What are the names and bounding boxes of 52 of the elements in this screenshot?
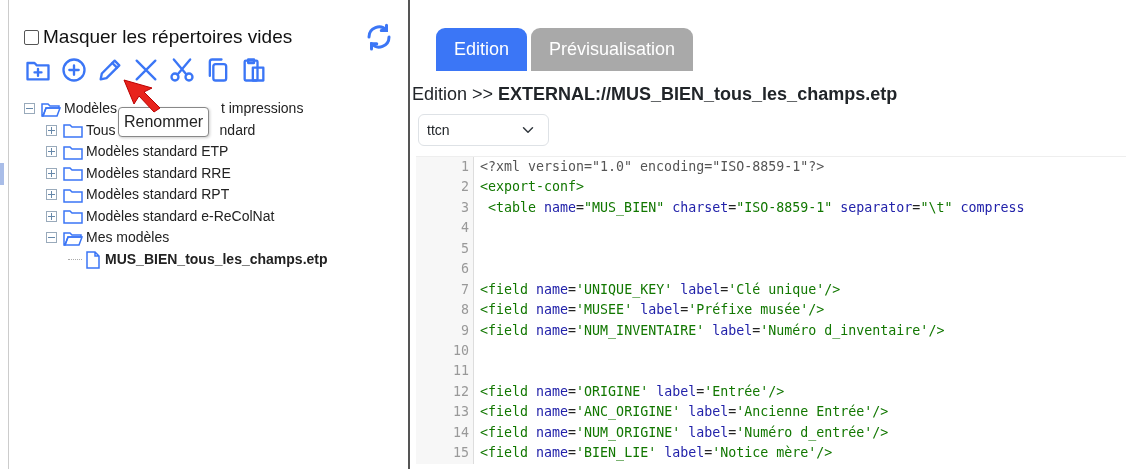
line-number: 9: [416, 320, 474, 341]
line-number: 3: [416, 197, 474, 219]
checkbox[interactable]: [24, 29, 39, 45]
line-number: 6: [416, 259, 474, 280]
line-number: 7: [416, 279, 474, 301]
line-number: 1: [416, 157, 474, 178]
expander-icon[interactable]: [46, 124, 57, 136]
line-number: 15: [416, 443, 474, 464]
line-number: 4: [416, 218, 474, 239]
expander-icon[interactable]: [46, 146, 57, 158]
expander-icon[interactable]: [46, 210, 57, 222]
line-number: 12: [416, 381, 474, 403]
expander-icon[interactable]: [46, 167, 57, 179]
line-number: 5: [416, 238, 474, 260]
tree-item-label[interactable]: Modèles standard RRE: [86, 162, 231, 184]
code-line: <field name='BIEN_LIE' label='Notice mère'/>: [479, 444, 833, 463]
tree-item-label[interactable]: Tous: [86, 119, 116, 141]
tree-item-label[interactable]: Modèles standard e-ReColNat: [86, 205, 275, 227]
line-number: 11: [416, 361, 474, 382]
code-line: <?xml version="1.0" encoding="ISO-8859-1"?>: [479, 158, 825, 176]
tree-item-label[interactable]: Modèles standard RPT: [86, 184, 230, 206]
code-line: <table name="MUS_BIEN" charset="ISO-8859-1" separator="\t" compress: [487, 198, 1025, 218]
code-line: <field name='NUM_INVENTAIRE' label='Numéro d_inventaire'/>: [479, 321, 945, 341]
mode-select[interactable]: ttcn: [418, 114, 549, 146]
tooltip: Renommer: [118, 107, 210, 137]
checkbox-label[interactable]: Masquer les répertoires vides: [43, 22, 293, 52]
tab[interactable]: Edition: [436, 28, 528, 71]
breadcrumb-path: EXTERNAL://MUS_BIEN_tous_les_champs.etp: [498, 84, 898, 104]
code-line: <export-conf>: [479, 178, 585, 197]
tree-item-label[interactable]: t impressions: [220, 98, 304, 120]
expander-icon[interactable]: [46, 232, 57, 244]
tree-item-label[interactable]: Mes modèles: [86, 227, 170, 249]
line-number: 10: [416, 340, 474, 362]
code-line: <field name='NUM_ORIGINE' label='Numéro d_entrée'/>: [479, 423, 889, 443]
code-line: <field name='ANC_ORIGINE' label='Ancienne Entrée'/>: [479, 403, 889, 422]
tree-item-label[interactable]: Modèles: [64, 98, 117, 120]
file-icon: [86, 248, 100, 270]
tree-item-label[interactable]: MUS_BIEN_tous_les_champs.etp: [105, 248, 328, 270]
add-icon[interactable]: [60, 56, 88, 84]
code-line: <field name='UNIQUE_KEY' label='Clé unique'/>: [479, 280, 841, 300]
tree-item-label[interactable]: ndard: [219, 119, 256, 141]
line-number: 8: [416, 300, 474, 321]
expander-icon[interactable]: [46, 189, 57, 201]
line-number: 14: [416, 422, 474, 444]
expander-icon[interactable]: [24, 103, 35, 115]
code-line: <field name='MUSEE' label='Préfixe musée'/>: [479, 301, 825, 320]
line-number: 2: [416, 177, 474, 198]
tree-item-label[interactable]: Modèles standard ETP: [86, 141, 229, 163]
scissors-icon[interactable]: [168, 56, 196, 84]
breadcrumb-prefix: Edition >>: [412, 84, 495, 104]
line-number: 13: [416, 402, 474, 423]
code-line: <field name='ORIGINE' label='Entrée'/>: [479, 382, 785, 401]
